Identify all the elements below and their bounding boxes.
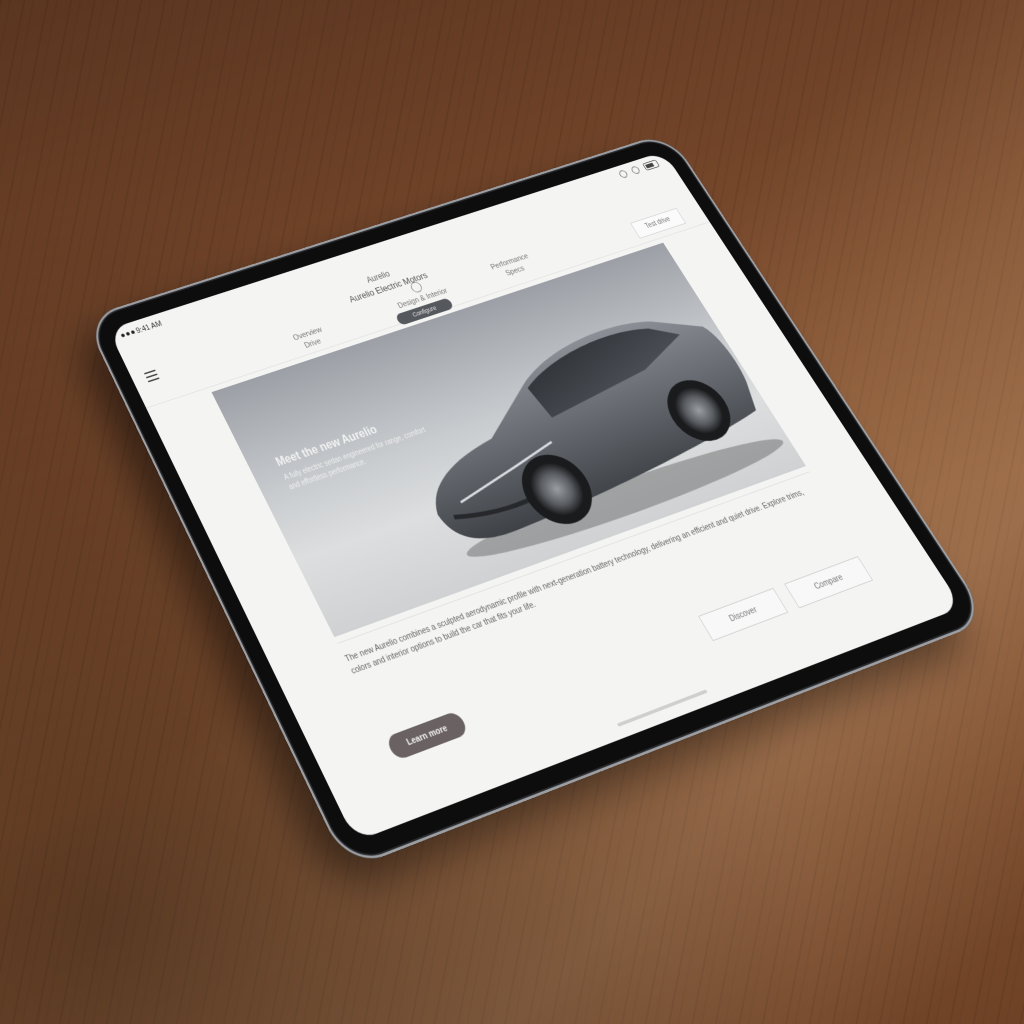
signal-icon — [120, 330, 136, 338]
focus-icon — [617, 169, 629, 179]
home-indicator — [616, 689, 708, 727]
learn-more-button[interactable]: Learn more — [384, 710, 470, 762]
battery-icon — [642, 159, 660, 171]
discover-button[interactable]: Discover — [698, 587, 789, 642]
steering-wheel-icon — [408, 280, 424, 294]
test-drive-button[interactable]: Test drive — [630, 207, 687, 239]
tablet-frame: 9:41 AM Aurelio Aurelio Electric Motors … — [84, 132, 990, 870]
status-time: 9:41 AM — [134, 319, 164, 336]
tablet-screen: 9:41 AM Aurelio Aurelio Electric Motors … — [108, 151, 963, 842]
hamburger-menu-icon[interactable] — [143, 369, 160, 383]
orientation-lock-icon — [629, 165, 642, 175]
tablet: 9:41 AM Aurelio Aurelio Electric Motors … — [84, 132, 990, 870]
compare-button[interactable]: Compare — [784, 556, 874, 609]
nav-item-performance[interactable]: Performance Specs — [478, 248, 547, 285]
